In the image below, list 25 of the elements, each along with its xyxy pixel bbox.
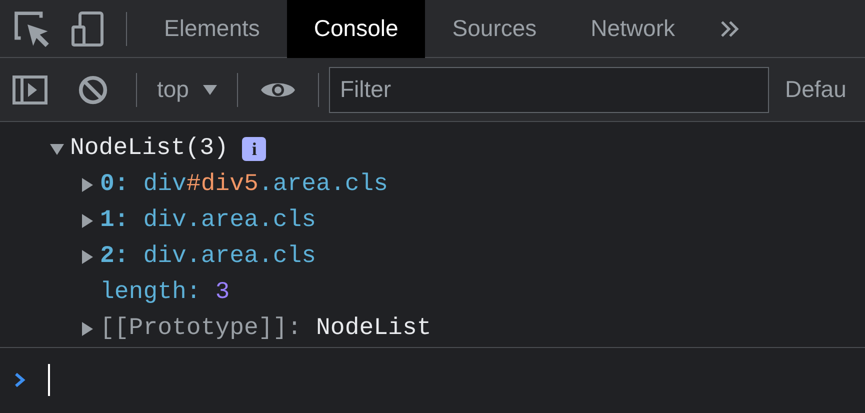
property-key: 0: xyxy=(100,167,129,203)
caret-icon xyxy=(202,84,217,94)
context-dropdown[interactable]: top xyxy=(147,72,227,107)
device-toolbar-icon[interactable] xyxy=(70,10,106,46)
prompt-chevron-icon xyxy=(14,372,26,388)
clear-console-icon[interactable] xyxy=(78,74,108,104)
tab[interactable]: Sources xyxy=(425,0,564,58)
property-key: 2: xyxy=(100,239,129,275)
levels-dropdown[interactable]: Defau xyxy=(784,72,846,107)
property-value: 3 xyxy=(215,278,230,308)
inspect-element-icon[interactable] xyxy=(14,10,50,46)
tab[interactable]: Console xyxy=(286,0,426,58)
property-value: div#div5.area.cls xyxy=(143,170,388,200)
info-badge[interactable]: i xyxy=(242,137,266,161)
property-key: [[Prototype]]: xyxy=(100,311,302,347)
property-key: 1: xyxy=(100,203,129,239)
property-value: NodeList xyxy=(316,314,432,344)
filter-field[interactable]: Filter xyxy=(328,66,769,112)
object-label: NodeList(3) xyxy=(70,134,228,164)
property-key: length: xyxy=(100,275,201,311)
tab[interactable]: Elements xyxy=(137,0,287,58)
tab[interactable]: Network xyxy=(564,0,702,58)
property-value: div.area.cls xyxy=(143,206,316,236)
property-value: div.area.cls xyxy=(143,242,316,272)
text-cursor xyxy=(48,364,50,396)
